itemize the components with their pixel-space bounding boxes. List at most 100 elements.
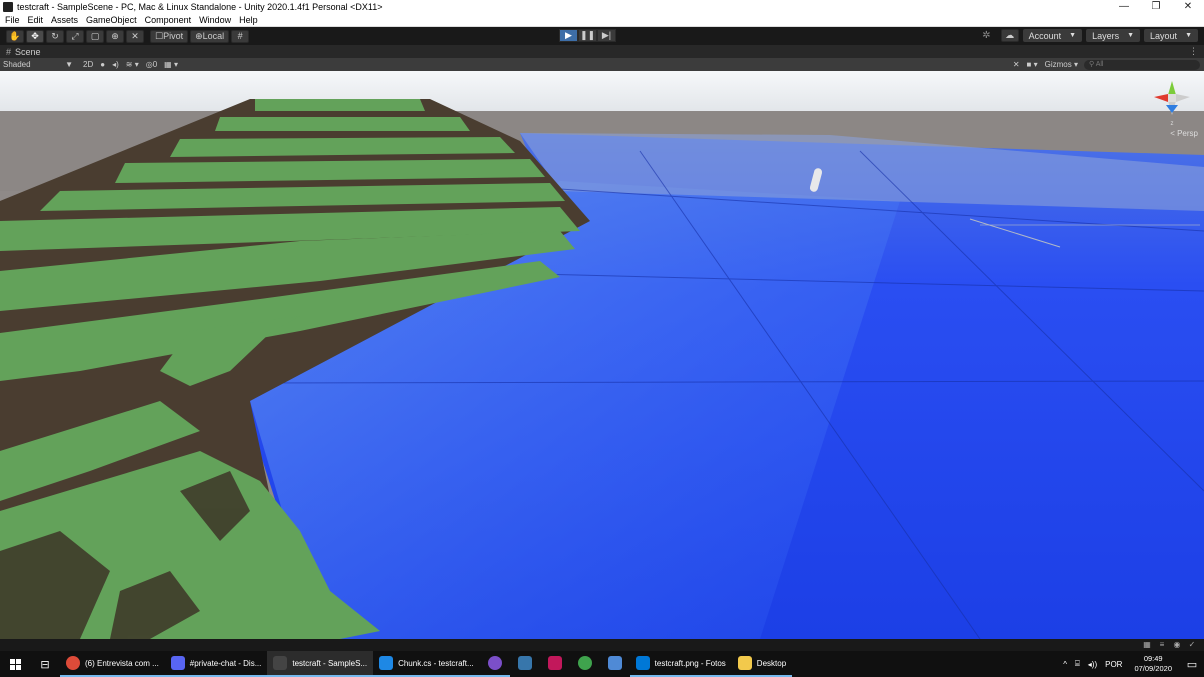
effects-icon[interactable]: ≋ ▾ [126, 60, 139, 69]
volume-icon[interactable]: ◂)) [1088, 660, 1097, 669]
check-icon[interactable]: ✓ [1186, 640, 1198, 649]
close-button[interactable]: ✕ [1172, 0, 1204, 14]
menu-file[interactable]: File [5, 15, 20, 25]
scene-search-input[interactable]: ⚲ All [1084, 59, 1200, 70]
rect-tool-icon[interactable]: ▢ [86, 29, 104, 43]
clock[interactable]: 09:49 07/09/2020 [1134, 654, 1172, 674]
layers-label: Layers [1092, 30, 1120, 41]
scene-tab-label: Scene [15, 46, 41, 57]
node-icon [577, 656, 592, 670]
obs-icon [487, 656, 502, 670]
visibility-icon[interactable]: ◎0 [146, 60, 157, 69]
pivot-label: Pivot [163, 31, 184, 41]
pivot-button[interactable]: ☐ Pivot [150, 29, 189, 43]
progress-icon[interactable]: ◉ [1171, 640, 1183, 649]
status-bar: ▦ ≡ ◉ ✓ [0, 639, 1204, 651]
scene-toolbar: Shaded ▼ 2D ● ◂) ≋ ▾ ◎0 ▦ ▾ ✕ ■ ▾ Gizmos… [0, 58, 1204, 71]
play-controls: ▶ ❚❚ ▶| [559, 29, 616, 42]
discord-icon [170, 656, 185, 670]
chrome-icon [66, 656, 80, 670]
tools-icon[interactable]: ✕ [1013, 60, 1020, 69]
transform-tools: ✋ ✥ ↻ ⤢ ▢ ⊕ ✕ [4, 29, 144, 43]
taskbar-app-label: testcraft.png - Fotos [654, 658, 726, 668]
custom-tool-icon[interactable]: ✕ [126, 29, 144, 43]
status-icons: ▦ ≡ ◉ ✓ [1138, 640, 1198, 649]
caret-down-icon: ▼ [65, 60, 73, 69]
layout-dropdown[interactable]: Layout ▼ [1144, 29, 1198, 42]
play-button[interactable]: ▶ [559, 29, 578, 42]
taskbar-app-discord[interactable]: #private-chat - Dis... [164, 651, 268, 677]
mode-2d-toggle[interactable]: 2D [83, 60, 93, 69]
scene-viewport[interactable]: z < Persp [0, 71, 1204, 639]
restore-button[interactable]: ❐ [1140, 0, 1172, 14]
menu-edit[interactable]: Edit [28, 15, 44, 25]
grid-icon[interactable]: ▦ ▾ [164, 60, 178, 69]
rotate-tool-icon[interactable]: ↻ [46, 29, 64, 43]
folder-icon [737, 656, 752, 670]
vscode-icon [379, 656, 394, 670]
hand-tool-icon[interactable]: ✋ [6, 29, 24, 43]
network-icon[interactable]: ⌸ [1075, 659, 1080, 669]
taskbar-pinned-node[interactable] [570, 651, 600, 677]
scene-bar-right: ✕ ■ ▾ Gizmos ▾ ⚲ All [1006, 59, 1200, 70]
scale-tool-icon[interactable]: ⤢ [66, 29, 84, 43]
collab-icon[interactable]: ✲ [982, 30, 990, 41]
gizmos-dropdown[interactable]: Gizmos ▾ [1045, 60, 1078, 69]
taskbar-app-vscode[interactable]: Chunk.cs - testcraft... [373, 651, 480, 677]
caret-down-icon: ▼ [1069, 32, 1077, 39]
menu-component[interactable]: Component [145, 15, 192, 25]
notification-icon[interactable]: ▭ [1180, 658, 1204, 671]
clock-time: 09:49 [1143, 654, 1163, 663]
notepad-icon [607, 656, 622, 670]
unity-logo-icon [3, 2, 13, 12]
menu-gameobject[interactable]: GameObject [86, 15, 137, 25]
camera-icon[interactable]: ■ ▾ [1027, 60, 1038, 69]
start-button[interactable] [0, 651, 30, 677]
taskbar-app-label: Chunk.cs - testcraft... [398, 658, 474, 668]
main-toolbar: ✋ ✥ ↻ ⤢ ▢ ⊕ ✕ ☐ Pivot ⊕ Local # ▶ ❚❚ ▶| ✲ … [0, 27, 1204, 45]
grid-snap-icon[interactable]: # [231, 29, 250, 43]
cloud-icon[interactable]: ☁ [1000, 29, 1019, 42]
taskbar-pinned-obs[interactable] [479, 651, 510, 677]
local-button[interactable]: ⊕ Local [190, 29, 230, 43]
menu-bar: File Edit Assets GameObject Component Wi… [0, 14, 1204, 27]
account-label: Account [1028, 30, 1062, 41]
taskbar-app-unity[interactable]: testcraft - SampleS... [267, 651, 374, 677]
pause-button[interactable]: ❚❚ [578, 29, 597, 42]
taskbar-app-chrome[interactable]: (6) Entrevista com ... [60, 651, 165, 677]
windows-taskbar: ⊟ (6) Entrevista com ... #private-chat -… [0, 651, 1204, 677]
menu-help[interactable]: Help [239, 15, 258, 25]
taskbar-pinned-python[interactable] [510, 651, 540, 677]
auto-generate-lighting-icon[interactable]: ▦ [1141, 640, 1153, 649]
menu-assets[interactable]: Assets [51, 15, 78, 25]
transform-tool-icon[interactable]: ⊕ [106, 29, 124, 43]
menu-window[interactable]: Window [199, 15, 231, 25]
tab-menu-icon[interactable]: ⋮ [1189, 46, 1198, 57]
unity-icon [273, 656, 288, 670]
taskbar-app-label: testcraft - SampleS... [292, 658, 368, 668]
persp-label[interactable]: < Persp [1170, 129, 1198, 138]
taskbar-pinned-notepad[interactable] [600, 651, 630, 677]
taskbar-app-desktop[interactable]: Desktop [731, 651, 793, 677]
caret-down-icon: ▼ [1185, 32, 1192, 39]
taskbar-app-label: #private-chat - Dis... [189, 658, 262, 668]
move-tool-icon[interactable]: ✥ [26, 29, 44, 43]
account-dropdown[interactable]: Account ▼ [1022, 29, 1083, 42]
shading-mode-dropdown[interactable]: Shaded ▼ [0, 60, 76, 69]
toolbar-right: ✲ ☁ Account ▼ Layers ▼ Layout ▼ [982, 29, 1198, 42]
layers-dropdown[interactable]: Layers ▼ [1086, 29, 1141, 42]
language-indicator[interactable]: POR [1105, 660, 1122, 669]
taskbar-pinned-terminal[interactable] [540, 651, 570, 677]
terminal-icon [547, 656, 562, 670]
minimize-button[interactable]: — [1108, 0, 1140, 14]
tray-chevron-icon[interactable]: ^ [1063, 660, 1067, 669]
scene-tab[interactable]: # Scene ⋮ [0, 45, 1204, 58]
audio-icon[interactable]: ◂) [112, 60, 119, 69]
taskbar-app-photos[interactable]: testcraft.png - Fotos [629, 651, 732, 677]
step-button[interactable]: ▶| [597, 29, 616, 42]
cache-icon[interactable]: ≡ [1156, 640, 1168, 649]
lighting-icon[interactable]: ● [100, 60, 105, 69]
local-label: Local [202, 31, 225, 41]
clock-date: 07/09/2020 [1134, 664, 1172, 673]
task-view-icon[interactable]: ⊟ [30, 658, 60, 671]
